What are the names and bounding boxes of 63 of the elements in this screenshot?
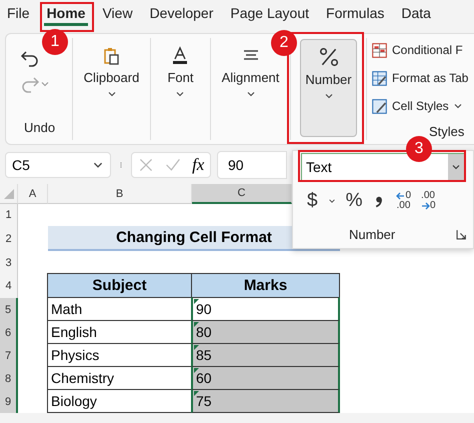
column-header: Marks xyxy=(191,273,340,298)
caret-icon xyxy=(451,162,461,172)
caret-icon xyxy=(324,91,334,101)
cell-styles-icon xyxy=(371,98,388,114)
menu-tab[interactable]: Data xyxy=(398,0,434,26)
insert-function-button[interactable]: fx xyxy=(192,155,204,175)
increase-decimal-button[interactable]: 0 .00 xyxy=(396,191,412,211)
right-arrow-icon xyxy=(421,202,430,210)
row-heading[interactable]: 3 xyxy=(0,251,18,274)
menu-tab[interactable]: Home xyxy=(44,0,88,26)
caret-icon xyxy=(452,101,463,111)
table-cell[interactable]: 60 xyxy=(191,366,340,390)
corner-triangle-icon xyxy=(4,188,14,198)
column-header: Subject xyxy=(47,273,192,298)
check-icon xyxy=(164,157,181,173)
cancel-icon xyxy=(138,157,154,173)
group-label: Number xyxy=(349,227,396,242)
menu-tab[interactable]: Formulas xyxy=(323,0,388,26)
ribbon-command[interactable]: Cell Styles xyxy=(392,99,449,113)
menu-tab[interactable]: File xyxy=(4,0,33,26)
ribbon-button[interactable]: Clipboard xyxy=(78,39,144,137)
group-label: Undo xyxy=(24,120,56,135)
table-cell[interactable]: 75 xyxy=(191,389,340,413)
ribbon-command[interactable]: Conditional F xyxy=(392,43,463,57)
caret-icon xyxy=(106,89,116,99)
row-heading[interactable]: 1 xyxy=(0,204,18,226)
group-label: Styles xyxy=(429,124,466,139)
ribbon-button[interactable]: Number xyxy=(300,39,357,137)
row-heading[interactable]: 2 xyxy=(0,226,18,251)
dialog-launcher-icon[interactable] xyxy=(456,229,467,240)
clipboard-icon xyxy=(102,46,122,66)
row-heading[interactable]: 7 xyxy=(0,344,18,367)
row-heading[interactable]: 5 xyxy=(0,298,18,321)
caret-icon xyxy=(175,89,186,99)
row-heading[interactable]: 6 xyxy=(0,321,18,344)
row-heading[interactable]: 8 xyxy=(0,367,18,390)
caret-icon xyxy=(328,197,336,205)
caret-icon xyxy=(40,79,50,89)
ribbon-command[interactable]: Format as Tab xyxy=(392,71,468,85)
left-arrow-icon xyxy=(396,192,406,200)
decrease-decimal-button[interactable]: .00 0 xyxy=(421,191,436,211)
table-cell[interactable]: 85 xyxy=(191,343,340,367)
conditional-formatting-icon xyxy=(371,42,388,58)
table-format-icon xyxy=(371,70,388,86)
percent-icon xyxy=(318,46,340,68)
column-heading[interactable]: C xyxy=(192,184,292,204)
column-heading[interactable]: A xyxy=(18,184,48,204)
number-format-dropdown[interactable]: Text xyxy=(301,153,465,181)
row-heading[interactable]: 4 xyxy=(0,274,18,298)
caret-icon xyxy=(246,89,256,99)
row-heading[interactable]: 9 xyxy=(0,390,18,413)
formula-field[interactable]: 90 xyxy=(217,151,287,179)
menu-tab[interactable]: View xyxy=(99,0,136,26)
menu-tab[interactable]: Page Layout xyxy=(227,0,312,26)
currency-button[interactable]: $ xyxy=(307,190,318,212)
table-cell: Biology xyxy=(47,389,192,413)
table-cell[interactable]: 80 xyxy=(191,320,340,344)
percent-button[interactable]: % xyxy=(346,190,362,212)
table-cell[interactable]: 90 xyxy=(191,297,340,321)
menu-tab[interactable]: Developer xyxy=(146,0,216,26)
column-heading[interactable]: B xyxy=(48,184,192,204)
name-box[interactable]: C5 xyxy=(5,152,111,178)
ribbon-button[interactable]: Font xyxy=(162,39,198,137)
